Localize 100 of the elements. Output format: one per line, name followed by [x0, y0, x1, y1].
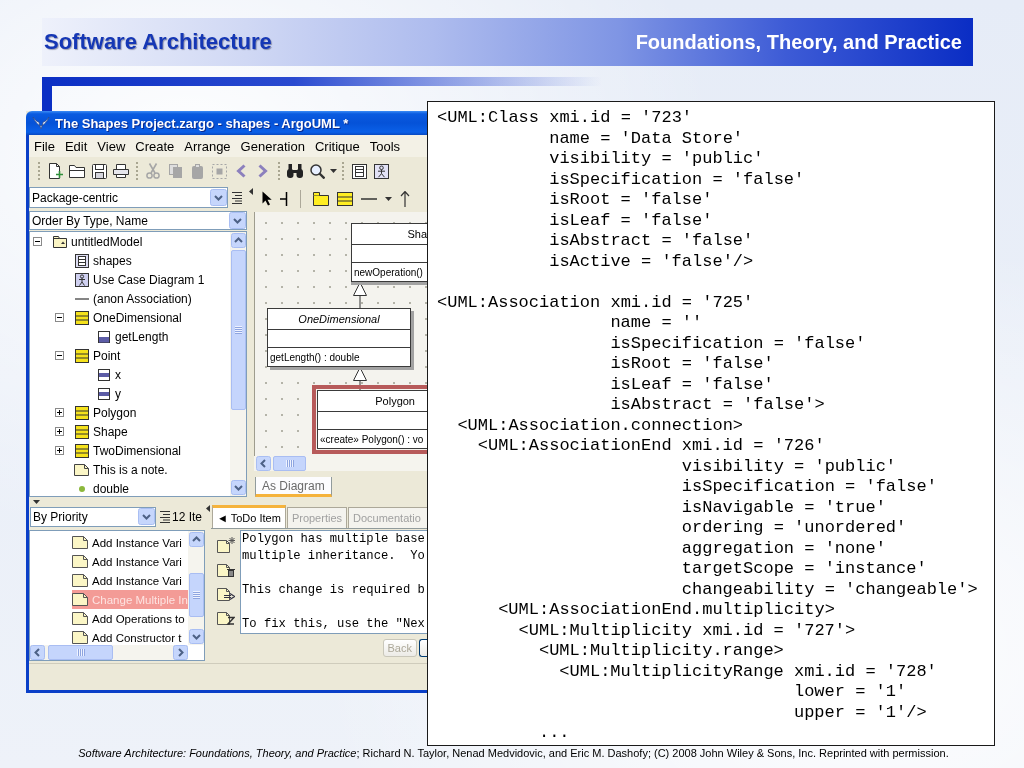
compartment-box-icon[interactable]: [337, 191, 353, 206]
menu-item[interactable]: Create: [130, 138, 180, 154]
chevron-left-icon[interactable]: [236, 164, 246, 178]
vertical-scrollbar[interactable]: [230, 232, 246, 496]
triangle-icon[interactable]: [248, 188, 253, 195]
tree-item[interactable]: OneDimensional: [74, 309, 184, 326]
note-arrow-icon[interactable]: [216, 585, 235, 601]
triangle-icon[interactable]: [206, 505, 210, 512]
horizontal-scrollbar[interactable]: [30, 645, 188, 660]
stick-figure-icon: [74, 272, 89, 287]
perspective-dropdown[interactable]: Package-centric: [29, 187, 228, 208]
tree-item[interactable]: shapes: [74, 252, 134, 269]
scroll-thumb[interactable]: [188, 573, 204, 617]
tree-item[interactable]: Use Case Diagram 1: [74, 271, 207, 288]
menu-item[interactable]: Arrange: [179, 138, 236, 154]
folder-icon[interactable]: [69, 164, 85, 178]
chevron-down-icon[interactable]: [230, 480, 246, 495]
tree-item[interactable]: This is a note.: [74, 461, 170, 478]
chevron-down-icon[interactable]: [138, 508, 155, 525]
caret-down-icon[interactable]: [385, 196, 392, 201]
tree-item[interactable]: x: [96, 366, 123, 383]
tree-item[interactable]: (anon Association): [74, 290, 194, 307]
tree-item[interactable]: untitledModel: [52, 233, 145, 250]
triangle-icon[interactable]: [33, 500, 40, 504]
lines-icon[interactable]: [160, 510, 170, 523]
chevron-down-icon[interactable]: [229, 212, 246, 229]
line-icon[interactable]: [361, 197, 377, 200]
note-icon: [72, 574, 88, 587]
tab[interactable]: As Diagram: [255, 477, 332, 497]
caret-down-icon[interactable]: [329, 169, 337, 173]
class-node[interactable]: OneDimensional getLength() : double: [267, 308, 414, 370]
menu-item[interactable]: View: [92, 138, 131, 154]
vertical-scrollbar[interactable]: [188, 531, 204, 645]
menu-item[interactable]: Generation: [235, 138, 310, 154]
stick-figure-icon[interactable]: [373, 163, 389, 179]
diagram-icon: [74, 253, 89, 268]
chevron-up-icon[interactable]: [230, 233, 246, 248]
class-node[interactable]: Sha newOperation(): [351, 223, 427, 285]
todo-item[interactable]: Add Instance Vari: [72, 552, 188, 571]
chevron-left-icon[interactable]: [256, 456, 271, 471]
lines-icon[interactable]: [232, 191, 242, 204]
tree-item[interactable]: double: [74, 480, 132, 496]
anchor-line-icon[interactable]: [280, 191, 288, 206]
code-line: isRoot = 'false': [610, 354, 774, 373]
collapse-toggle-icon[interactable]: [55, 351, 64, 360]
class-name: Sha: [407, 228, 427, 240]
search-icon[interactable]: [309, 163, 325, 179]
menu-item[interactable]: Critique: [309, 138, 365, 154]
compartment-box-icon: [74, 348, 89, 363]
expand-toggle-icon[interactable]: [55, 408, 64, 417]
expand-toggle-icon[interactable]: [55, 427, 64, 436]
collapse-toggle-icon[interactable]: [55, 313, 64, 322]
code-line: <UML:AssociationEnd xmi.id = '726': [477, 436, 825, 455]
note-trash-icon[interactable]: [216, 561, 235, 577]
tree-item[interactable]: Point: [74, 347, 123, 364]
chevron-down-icon[interactable]: [188, 629, 204, 644]
diagram-icon[interactable]: [351, 163, 367, 179]
chevron-down-icon[interactable]: [210, 189, 227, 206]
todo-item[interactable]: Add Operations to: [72, 609, 188, 628]
class-node[interactable]: Polygon «create» Polygon() : vo: [312, 385, 427, 454]
ordering-dropdown[interactable]: Order By Type, Name: [29, 211, 247, 230]
code-line: <UML:MultiplicityRange xmi.id = '728': [559, 661, 937, 681]
menu-item[interactable]: Edit: [59, 138, 93, 154]
note-icon: [74, 463, 89, 476]
chevron-right-icon[interactable]: [258, 164, 268, 178]
scroll-thumb[interactable]: [230, 250, 246, 410]
scroll-thumb[interactable]: [48, 645, 113, 660]
todo-item[interactable]: Add Instance Vari: [72, 533, 188, 552]
tree-item[interactable]: getLength: [96, 328, 171, 345]
arrow-up-icon[interactable]: [400, 190, 410, 207]
tab[interactable]: ◄ ToDo Item: [212, 505, 286, 528]
code-line: visibility = 'public': [681, 456, 897, 476]
logo-icon: [32, 116, 50, 130]
printer-icon[interactable]: [113, 164, 129, 178]
collapse-toggle-icon[interactable]: [33, 237, 42, 246]
code-line: name = 'Data Store': [549, 128, 744, 148]
chevron-up-icon[interactable]: [188, 532, 204, 547]
folder-icon[interactable]: [313, 191, 329, 206]
pointer-icon[interactable]: [262, 191, 272, 206]
menu-item[interactable]: Tools: [364, 138, 406, 154]
note-zigzag-icon[interactable]: [216, 609, 235, 625]
expand-toggle-icon[interactable]: [55, 446, 64, 455]
chevron-left-icon[interactable]: [30, 645, 45, 660]
code-line: upper = '1'/>: [793, 702, 927, 722]
tree-item[interactable]: y: [96, 385, 123, 402]
tree-item[interactable]: Polygon: [74, 404, 139, 421]
menu-item[interactable]: File: [29, 138, 60, 154]
code-line: <UML:AssociationEnd.multiplicity>: [498, 600, 835, 619]
chevron-right-icon[interactable]: [173, 645, 188, 660]
horizontal-scrollbar[interactable]: [254, 456, 427, 471]
todo-item[interactable]: Add Instance Vari: [72, 571, 188, 590]
grouping-dropdown[interactable]: By Priority: [30, 506, 156, 527]
code-line: visibility = 'public': [549, 149, 764, 168]
tree-item[interactable]: Shape: [74, 423, 130, 440]
todo-item[interactable]: Add Constructor t: [72, 628, 188, 645]
new-file-icon[interactable]: [47, 163, 63, 179]
note-sparkle-icon[interactable]: [216, 537, 235, 553]
binoculars-icon[interactable]: [287, 164, 303, 178]
scroll-thumb[interactable]: [273, 456, 306, 471]
tree-item[interactable]: TwoDimensional: [74, 442, 184, 459]
